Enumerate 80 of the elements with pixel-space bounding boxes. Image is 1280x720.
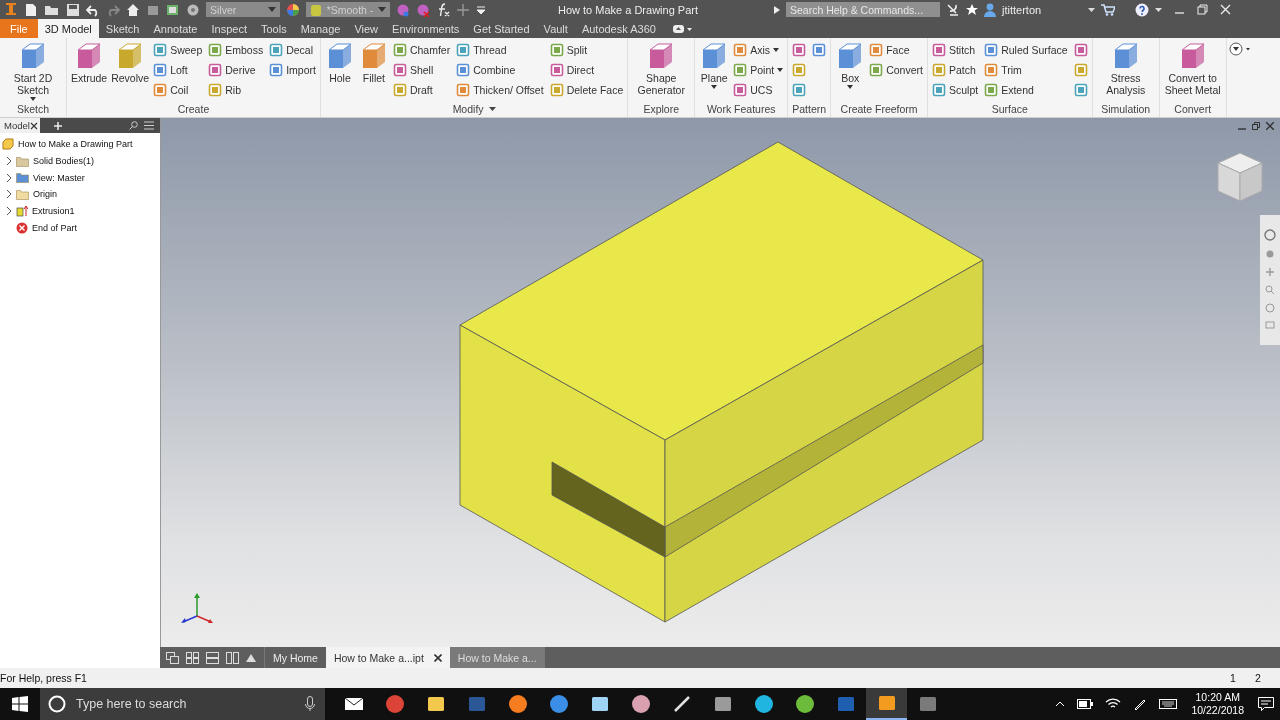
search-field[interactable]: Search Help & Commands... [786, 2, 940, 17]
ribbon-button[interactable]: Revolve [109, 40, 152, 85]
ribbon-tab[interactable]: Inspect [204, 19, 254, 38]
ribbon-button[interactable]: Emboss [206, 40, 266, 60]
ribbon-button[interactable]: Patch [929, 60, 981, 80]
tree-item[interactable]: View: Master [33, 172, 85, 183]
ribbon-button[interactable]: Derive [206, 60, 266, 80]
ribbon-button[interactable]: Chamfer [390, 40, 453, 60]
ribbon-button[interactable]: Draft [390, 80, 453, 100]
panel-title: Simulation [1101, 103, 1151, 115]
ribbon-tab[interactable]: Vault [536, 19, 575, 38]
document-tab[interactable]: My Home [265, 647, 326, 668]
clock-date[interactable]: 10/22/2018 [1191, 704, 1244, 717]
ribbon-tab[interactable]: Annotate [146, 19, 205, 38]
ribbon-button[interactable]: Point [731, 60, 786, 80]
tree-item[interactable]: End of Part [32, 222, 78, 233]
ribbon-tab[interactable]: View [347, 19, 386, 38]
ribbon-button[interactable]: Extrude [69, 40, 110, 85]
ribbon-button[interactable]: Plane [697, 40, 732, 90]
ribbon-button[interactable]: Direct [547, 60, 626, 80]
ribbon-button[interactable]: Thicken/ Offset [454, 80, 546, 100]
window-title: How to Make a Drawing Part [558, 3, 699, 16]
ribbon-button[interactable]: Fillet [356, 40, 391, 85]
ribbon-button[interactable]: Shell [390, 60, 453, 80]
tree-item[interactable]: Solid Bodies(1) [33, 156, 95, 167]
clock-time[interactable]: 10:20 AM [1195, 691, 1240, 704]
panel-title: Create Freeform [840, 103, 918, 115]
status-text: For Help, press F1 [0, 672, 87, 684]
ribbon-tab[interactable]: Autodesk A360 [574, 19, 663, 38]
tab-title: How to Make a...ipt [333, 651, 424, 664]
status-count: 2 [1255, 672, 1262, 684]
ribbon-button[interactable]: Trim [982, 60, 1070, 80]
ribbon-tab[interactable]: Get Started [466, 19, 537, 38]
ribbon-button[interactable]: Axis [731, 40, 786, 60]
panel-title: Create [177, 103, 210, 115]
tab-title: How to Make a... [457, 651, 537, 664]
ribbon-button[interactable]: Loft [151, 60, 205, 80]
status-count: 1 [1230, 672, 1237, 684]
tree-item[interactable]: How to Make a Drawing Part [18, 139, 133, 150]
ribbon-button[interactable]: Ruled Surface [982, 40, 1070, 60]
panel-title: Modify [452, 103, 484, 115]
ribbon-button[interactable]: Convert to Sheet Metal [1161, 40, 1224, 97]
panel-title: Convert [1174, 103, 1212, 115]
ribbon-button[interactable]: Split [547, 40, 626, 60]
panel-title: Sketch [16, 103, 50, 115]
ribbon-button[interactable]: Import [267, 60, 318, 80]
ribbon-button[interactable]: Thread [454, 40, 546, 60]
panel-title: Explore [643, 103, 680, 115]
document-tab[interactable]: How to Make a...ipt [325, 647, 450, 668]
ribbon-button[interactable]: Hole [322, 40, 357, 85]
ribbon-tab[interactable]: Tools [253, 19, 294, 38]
ribbon-tab[interactable]: Environments [385, 19, 467, 38]
ribbon-button[interactable]: Box [833, 40, 868, 90]
ribbon-tab[interactable]: Manage [293, 19, 348, 38]
ribbon-button[interactable]: Rib [206, 80, 266, 100]
taskbar-search-field[interactable]: Type here to search [40, 688, 325, 720]
ribbon-button[interactable]: Decal [267, 40, 318, 60]
ribbon-button[interactable]: Extend [982, 80, 1070, 100]
tree-item[interactable]: Origin [33, 189, 57, 200]
ribbon-button[interactable]: Face [867, 40, 925, 60]
ribbon-button[interactable]: Sculpt [929, 80, 981, 100]
panel-title: Work Features [706, 103, 776, 115]
panel-title: Surface [991, 103, 1028, 115]
ribbon-button[interactable]: Sweep [151, 40, 205, 60]
ribbon-button[interactable]: Shape Generator [630, 40, 693, 97]
ribbon-button[interactable]: Delete Face [547, 80, 626, 100]
ribbon-button[interactable]: Combine [454, 60, 546, 80]
tab-title: My Home [273, 651, 318, 664]
ribbon-tab[interactable]: 3D Model [37, 19, 99, 38]
browser-tab[interactable]: Model [0, 118, 40, 133]
ribbon-button[interactable]: UCS [731, 80, 786, 100]
ribbon-button[interactable]: Coil [151, 80, 205, 100]
user-name[interactable]: jtitterton [1002, 3, 1082, 16]
ribbon-button[interactable]: Convert [867, 60, 925, 80]
ribbon-tab[interactable]: Sketch [98, 19, 147, 38]
panel-title: Pattern [792, 103, 827, 115]
ribbon-button[interactable]: Stress Analysis [1094, 40, 1157, 97]
ribbon-button[interactable]: Start 2D Sketch [2, 40, 64, 102]
tree-item[interactable]: Extrusion1 [32, 206, 75, 217]
ribbon-button[interactable]: Stitch [929, 40, 981, 60]
